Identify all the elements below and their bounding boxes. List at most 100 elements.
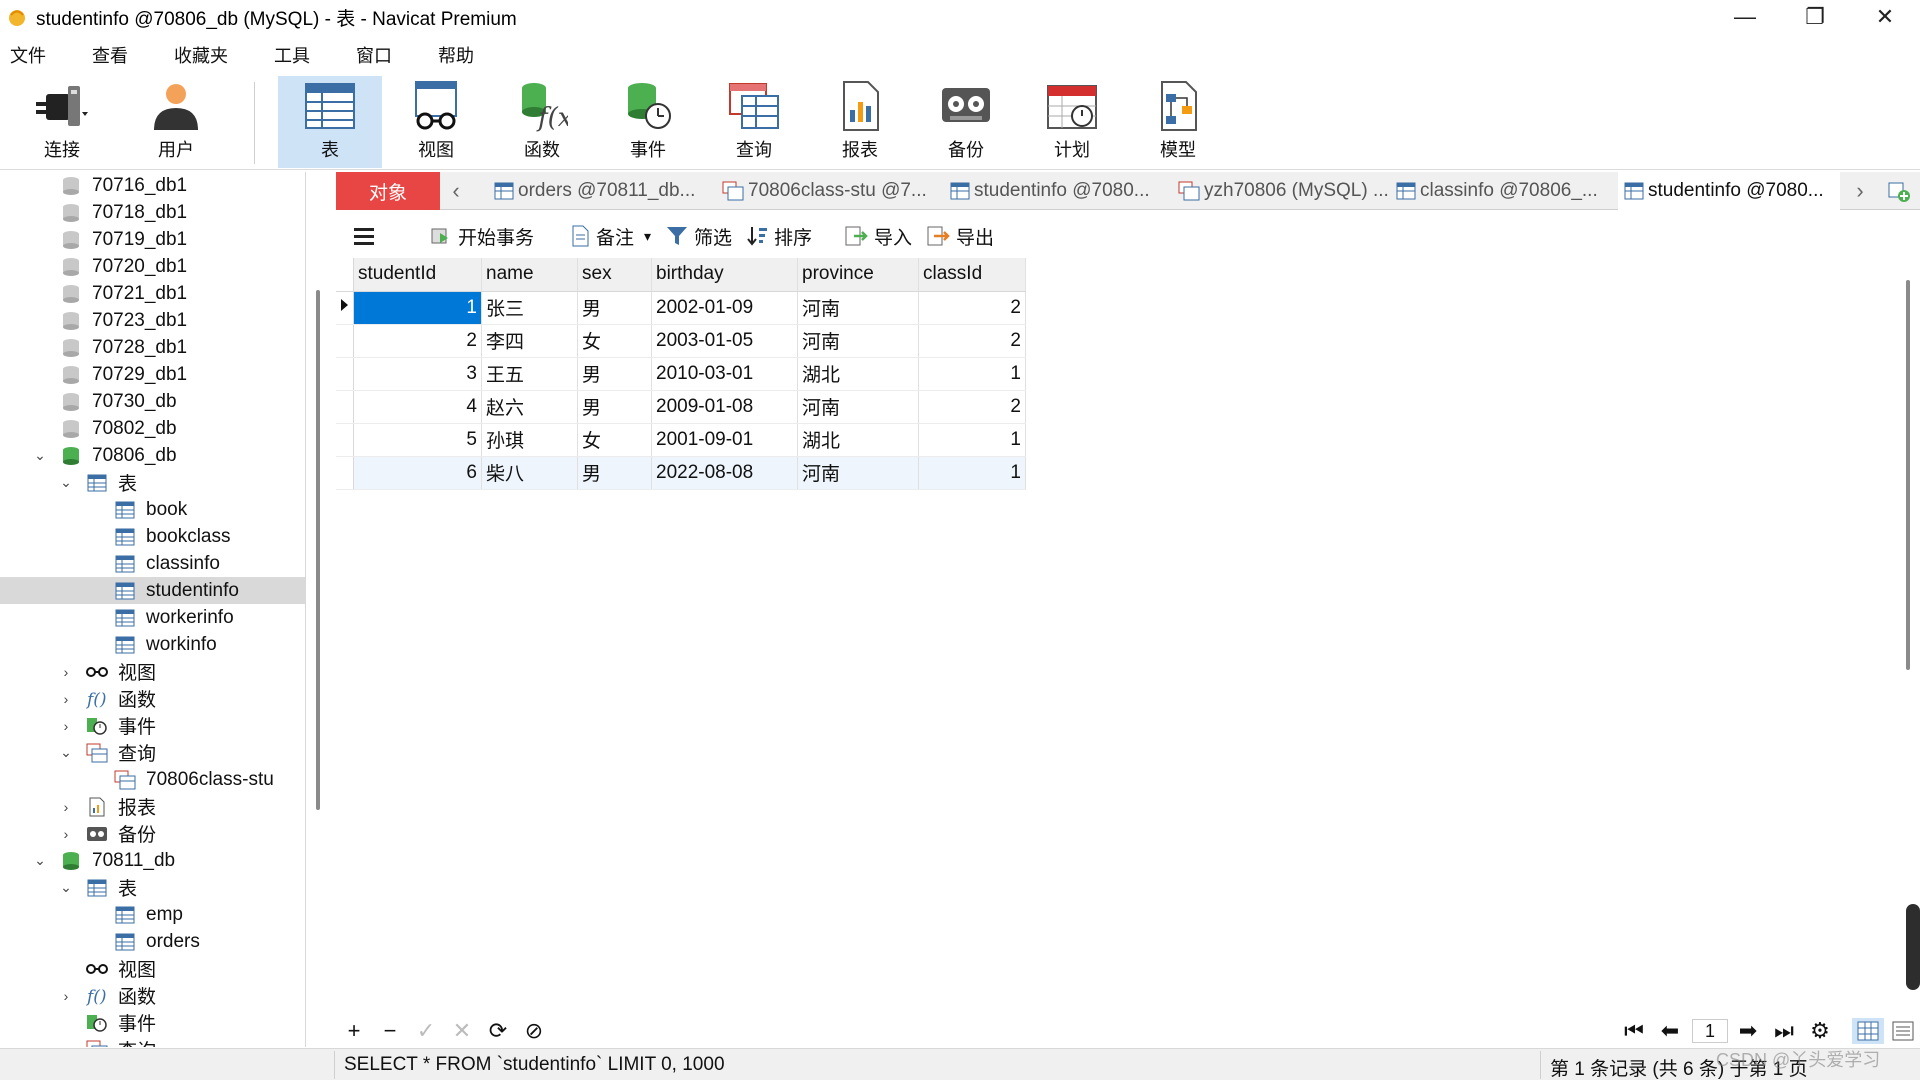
- tab-studentinfo-1[interactable]: studentinfo @7080...: [950, 172, 1172, 210]
- row-header[interactable]: [336, 423, 354, 457]
- tree-item-db-70811[interactable]: ⌄ 70811_db: [0, 847, 305, 874]
- column-header-name[interactable]: name: [481, 258, 578, 292]
- tree-item-functions-2[interactable]: › f() 函数: [0, 982, 305, 1009]
- tree-item-events-2[interactable]: 事件: [0, 1009, 305, 1036]
- chevron-right-icon[interactable]: ›: [58, 988, 74, 1004]
- row-header[interactable]: [336, 456, 354, 490]
- tree-item-query-classstu[interactable]: 70806class-stu: [0, 766, 305, 793]
- first-page-button[interactable]: ⏮: [1620, 1018, 1648, 1044]
- tree-item-queries[interactable]: ⌄ 查询: [0, 739, 305, 766]
- column-header-studentId[interactable]: studentId: [353, 258, 482, 292]
- model-button[interactable]: 模型: [1126, 76, 1230, 168]
- cell-name[interactable]: 李四: [481, 324, 578, 358]
- menu-favorites[interactable]: 收藏夹: [164, 42, 248, 68]
- cell-classId[interactable]: 1: [918, 456, 1026, 490]
- row-header[interactable]: [336, 324, 354, 358]
- cell-name[interactable]: 张三: [481, 291, 578, 325]
- cell-birthday[interactable]: 2022-08-08: [651, 456, 798, 490]
- chevron-down-icon[interactable]: ⌄: [58, 474, 74, 491]
- tab-objects[interactable]: 对象: [336, 172, 440, 210]
- filter-button[interactable]: 筛选: [666, 220, 732, 252]
- function-button[interactable]: f(x) 函数: [490, 76, 594, 168]
- schedule-button[interactable]: 计划: [1020, 76, 1124, 168]
- menu-window[interactable]: 窗口: [346, 42, 412, 68]
- cell-name[interactable]: 孙琪: [481, 423, 578, 457]
- cell-studentId[interactable]: 6: [353, 456, 482, 490]
- begin-transaction-button[interactable]: 开始事务: [430, 220, 534, 252]
- chevron-right-icon[interactable]: ›: [58, 664, 74, 680]
- tree-item-tables-2[interactable]: ⌄ 表: [0, 874, 305, 901]
- close-button[interactable]: ✕: [1850, 0, 1920, 34]
- chevron-down-icon[interactable]: ⌄: [58, 744, 74, 761]
- table-row[interactable]: 5 孙琪 女 2001-09-01 湖北 1: [336, 423, 1026, 457]
- cell-province[interactable]: 河南: [797, 456, 919, 490]
- tab-yzh70806[interactable]: yzh70806 (MySQL) ...: [1178, 172, 1400, 210]
- tab-scroll-right-icon[interactable]: ›: [1848, 176, 1872, 206]
- tab-classinfo[interactable]: classinfo @70806_...: [1396, 172, 1616, 210]
- connect-button[interactable]: 连接: [10, 76, 114, 168]
- view-button[interactable]: 视图: [384, 76, 488, 168]
- report-button[interactable]: 报表: [808, 76, 912, 168]
- tree-item-backups[interactable]: › 备份: [0, 820, 305, 847]
- tree-item-table-workerinfo[interactable]: workerinfo: [0, 604, 305, 631]
- refresh-button[interactable]: ⟳: [484, 1018, 512, 1044]
- add-record-button[interactable]: +: [340, 1018, 368, 1044]
- tree-scrollbar[interactable]: [316, 290, 320, 810]
- column-header-classId[interactable]: classId: [918, 258, 1026, 292]
- discard-changes-button[interactable]: ✕: [448, 1018, 476, 1044]
- cell-name[interactable]: 柴八: [481, 456, 578, 490]
- menu-tools[interactable]: 工具: [264, 42, 330, 68]
- menu-view[interactable]: 查看: [82, 42, 148, 68]
- cell-studentId[interactable]: 1: [353, 291, 482, 325]
- chevron-right-icon[interactable]: ›: [58, 691, 74, 707]
- tree-item-queries-2[interactable]: ⌄ 查询: [0, 1036, 305, 1047]
- column-header-province[interactable]: province: [797, 258, 919, 292]
- table-row[interactable]: 2 李四 女 2003-01-05 河南 2: [336, 324, 1026, 358]
- stop-button[interactable]: ⊘: [520, 1018, 548, 1044]
- cell-studentId[interactable]: 2: [353, 324, 482, 358]
- form-view-icon[interactable]: [1888, 1018, 1918, 1044]
- backup-button[interactable]: 备份: [914, 76, 1018, 168]
- last-page-button[interactable]: ⏭: [1770, 1018, 1798, 1044]
- tab-classstu[interactable]: 70806class-stu @7...: [722, 172, 944, 210]
- cell-birthday[interactable]: 2001-09-01: [651, 423, 798, 457]
- cell-birthday[interactable]: 2003-01-05: [651, 324, 798, 358]
- cell-province[interactable]: 湖北: [797, 423, 919, 457]
- chevron-down-icon[interactable]: ⌄: [58, 1041, 74, 1047]
- cell-name[interactable]: 赵六: [481, 390, 578, 424]
- minimize-button[interactable]: —: [1710, 0, 1780, 34]
- table-row[interactable]: 4 赵六 男 2009-01-08 河南 2: [336, 390, 1026, 424]
- cell-classId[interactable]: 2: [918, 324, 1026, 358]
- memo-button[interactable]: 备注 ▾: [570, 220, 651, 252]
- chevron-right-icon[interactable]: ›: [58, 826, 74, 842]
- prev-page-button[interactable]: ⬅: [1656, 1018, 1684, 1044]
- cell-birthday[interactable]: 2010-03-01: [651, 357, 798, 391]
- cell-sex[interactable]: 女: [577, 324, 652, 358]
- tree-item-views-2[interactable]: 视图: [0, 955, 305, 982]
- tree-item-views[interactable]: › 视图: [0, 658, 305, 685]
- cell-province[interactable]: 河南: [797, 324, 919, 358]
- menu-file[interactable]: 文件: [0, 42, 66, 68]
- tree-item-table-workinfo[interactable]: workinfo: [0, 631, 305, 658]
- tree-item-table-emp[interactable]: emp: [0, 901, 305, 928]
- table-row[interactable]: 1 张三 男 2002-01-09 河南 2: [336, 291, 1026, 325]
- table-row[interactable]: 6 柴八 男 2022-08-08 河南 1: [336, 456, 1026, 490]
- tree-item-table-studentinfo[interactable]: studentinfo: [0, 577, 305, 604]
- new-tab-icon[interactable]: [1884, 176, 1914, 206]
- query-button[interactable]: 查询: [702, 76, 806, 168]
- tree-item-table-orders[interactable]: orders: [0, 928, 305, 955]
- menu-help[interactable]: 帮助: [428, 42, 494, 68]
- row-pointer-icon[interactable]: [336, 291, 354, 325]
- grid-scrollbar[interactable]: [1906, 280, 1910, 670]
- cell-classId[interactable]: 1: [918, 357, 1026, 391]
- cell-sex[interactable]: 男: [577, 357, 652, 391]
- next-page-button[interactable]: ➡: [1734, 1018, 1762, 1044]
- settings-gear-icon[interactable]: ⚙: [1806, 1018, 1834, 1044]
- tree-item-db-70721[interactable]: 70721_db1: [0, 280, 305, 307]
- cell-birthday[interactable]: 2002-01-09: [651, 291, 798, 325]
- cell-province[interactable]: 湖北: [797, 357, 919, 391]
- tree-item-tables[interactable]: ⌄ 表: [0, 469, 305, 496]
- tree-item-db-70723[interactable]: 70723_db1: [0, 307, 305, 334]
- import-button[interactable]: 导入: [844, 220, 912, 252]
- cell-studentId[interactable]: 5: [353, 423, 482, 457]
